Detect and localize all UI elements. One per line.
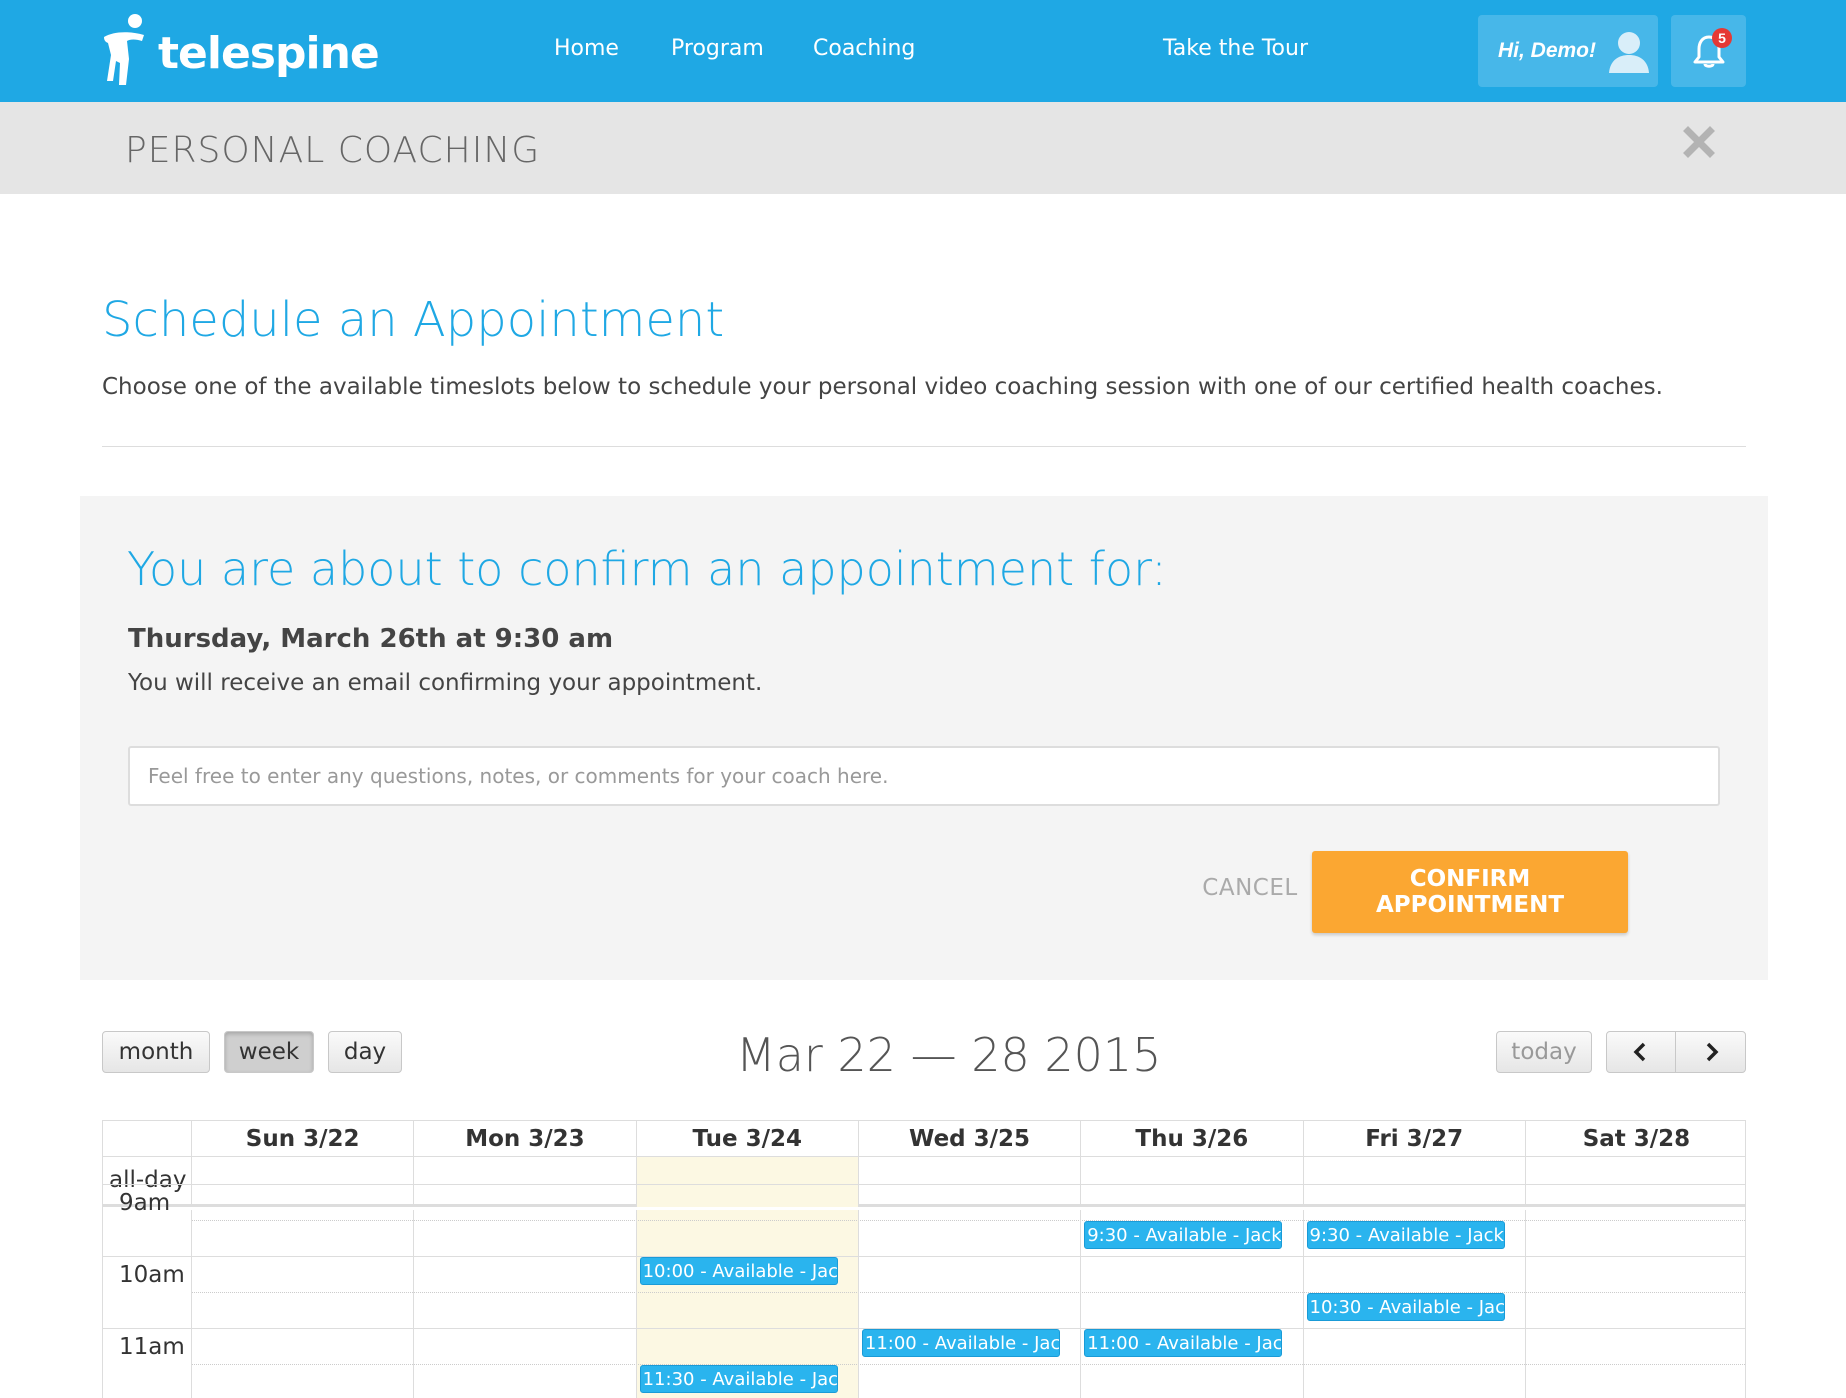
nav-take-the-tour[interactable]: Take the Tour	[1163, 36, 1308, 61]
available-timeslot-event[interactable]: 9:30 - Available - Jackie	[1306, 1221, 1505, 1249]
user-avatar-icon	[1609, 32, 1650, 73]
half-hour-line	[191, 1220, 1745, 1221]
view-day-button[interactable]: day	[328, 1031, 402, 1073]
available-timeslot-event[interactable]: 10:30 - Available - Jackie	[1306, 1293, 1505, 1321]
time-label: 10am	[119, 1262, 185, 1288]
half-hour-line	[191, 1292, 1745, 1293]
confirm-panel-title: You are about to confirm an appointment …	[127, 542, 1167, 596]
all-day-cell[interactable]	[635, 1157, 858, 1207]
confirm-appointment-button[interactable]: CONFIRM APPOINTMENT	[1312, 851, 1628, 933]
calendar-date-range: Mar 22 — 28 2015	[736, 1028, 1162, 1082]
top-navbar: telespine Home Program Coaching Take the…	[0, 0, 1846, 102]
day-column-line	[1080, 1210, 1082, 1398]
available-timeslot-event[interactable]: 11:00 - Available - Jackie	[861, 1329, 1061, 1357]
day-column-line	[857, 1210, 859, 1398]
logo-figure-icon	[104, 14, 144, 85]
section-header: PERSONAL COACHING	[0, 102, 1846, 194]
half-hour-line	[191, 1364, 1745, 1365]
time-label: 9am	[119, 1190, 171, 1216]
next-week-button[interactable]	[1675, 1031, 1746, 1073]
day-header: Sun 3/22	[191, 1121, 413, 1157]
prev-week-button[interactable]	[1606, 1031, 1676, 1073]
chevron-right-icon	[1706, 1042, 1718, 1062]
day-column-line	[191, 1210, 192, 1398]
all-day-cell[interactable]	[191, 1157, 413, 1207]
all-day-cell[interactable]	[1302, 1157, 1525, 1207]
confirm-appointment-panel: You are about to confirm an appointment …	[80, 496, 1768, 980]
page-intro-text: Choose one of the available timeslots be…	[102, 374, 1663, 400]
logo-text: telespine	[158, 27, 380, 79]
chevron-left-icon	[1633, 1042, 1646, 1062]
all-day-cell[interactable]	[413, 1157, 635, 1207]
calendar-time-grid: 9am 10am 11am 9:30 - Available - Jackie 9:30…	[103, 1184, 1745, 1398]
day-column-line	[1524, 1210, 1526, 1398]
hour-line	[103, 1256, 1745, 1257]
all-day-cell[interactable]	[857, 1157, 1080, 1207]
all-day-cell[interactable]	[1080, 1157, 1302, 1207]
day-header: Thu 3/26	[1080, 1121, 1302, 1157]
available-timeslot-event[interactable]: 11:30 - Available - Jackie	[639, 1365, 838, 1393]
day-header: Sat 3/28	[1524, 1121, 1745, 1157]
day-column-line	[635, 1210, 637, 1398]
day-column-line	[1302, 1210, 1304, 1398]
close-icon[interactable]	[1682, 125, 1716, 159]
view-month-button[interactable]: month	[102, 1031, 210, 1073]
calendar-day-headers: Sun 3/22 Mon 3/23 Tue 3/24 Wed 3/25 Thu 3/26…	[103, 1121, 1745, 1157]
day-header: Fri 3/27	[1302, 1121, 1525, 1157]
nav-program[interactable]: Program	[671, 36, 764, 61]
all-day-row: all-day	[103, 1157, 1745, 1207]
day-header: Wed 3/25	[857, 1121, 1080, 1157]
logo[interactable]: telespine	[100, 10, 380, 90]
nav-coaching[interactable]: Coaching	[813, 36, 915, 61]
time-label: 11am	[119, 1334, 185, 1360]
section-title: PERSONAL COACHING	[125, 130, 541, 171]
coach-notes-input[interactable]	[128, 746, 1720, 806]
nav-home[interactable]: Home	[554, 36, 619, 61]
cancel-button[interactable]: CANCEL	[1190, 864, 1310, 912]
available-timeslot-event[interactable]: 11:00 - Available - Jackie	[1084, 1329, 1283, 1357]
notifications-button[interactable]: 5	[1671, 15, 1746, 87]
email-confirmation-note: You will receive an email confirming you…	[128, 670, 763, 696]
all-day-cell[interactable]	[1524, 1157, 1745, 1207]
available-timeslot-event[interactable]: 9:30 - Available - Jackie	[1084, 1221, 1283, 1249]
day-header: Mon 3/23	[413, 1121, 635, 1157]
hour-line	[103, 1184, 1745, 1185]
day-header: Tue 3/24	[635, 1121, 858, 1157]
view-week-button[interactable]: week	[224, 1031, 314, 1073]
divider	[102, 446, 1746, 447]
day-column-line	[413, 1210, 415, 1398]
page-title: Schedule an Appointment	[102, 292, 725, 348]
user-menu-button[interactable]: Hi, Demo!	[1478, 15, 1658, 87]
available-timeslot-event[interactable]: 10:00 - Available - Jackie	[639, 1257, 838, 1285]
appointment-datetime: Thursday, March 26th at 9:30 am	[128, 624, 614, 654]
week-calendar: Sun 3/22 Mon 3/23 Tue 3/24 Wed 3/25 Thu 3/26…	[102, 1120, 1746, 1398]
user-greeting: Hi, Demo!	[1498, 39, 1597, 62]
notification-count-badge: 5	[1712, 28, 1732, 48]
today-button[interactable]: today	[1496, 1031, 1592, 1073]
